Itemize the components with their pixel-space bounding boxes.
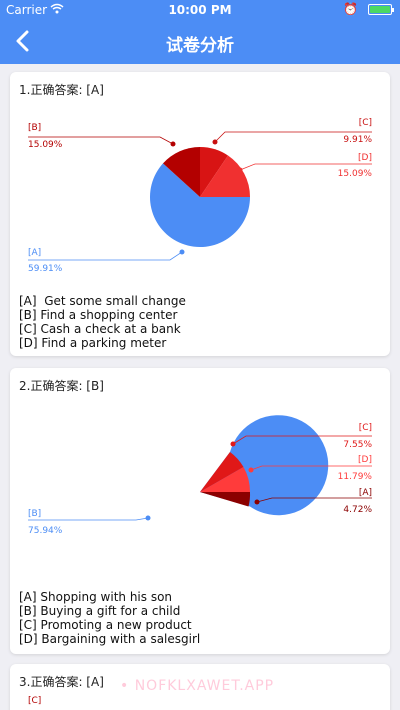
option-a: [A] Shopping with his son	[19, 590, 173, 604]
leader-dot-c	[230, 441, 236, 447]
slice-label-d: [D]	[358, 455, 372, 465]
slice-label-a: [A]	[28, 248, 41, 258]
leader-dot-d	[237, 167, 243, 173]
nav-bar: 试卷分析	[0, 20, 400, 64]
option-c: [C] Promoting a new product	[19, 618, 192, 632]
answer-options: [A] Get some small change [B] Find a sho…	[19, 294, 186, 350]
answer-options: [A] Shopping with his son [B] Buying a g…	[19, 590, 200, 646]
battery-icon	[368, 4, 394, 15]
leader-line-a	[28, 251, 183, 261]
slice-label-b: [B]	[28, 509, 41, 519]
leader-dot-a	[179, 249, 185, 255]
slice-label-c: [C]	[28, 696, 42, 706]
option-b: [B] Buying a gift for a child	[19, 604, 181, 618]
slice-value-a: 4.72%	[343, 505, 372, 515]
slice-value-d: 11.79%	[338, 472, 373, 482]
status-bar: Carrier 10:00 PM ⏰	[0, 0, 400, 20]
clock: 10:00 PM	[168, 3, 232, 17]
option-d: [D] Find a parking meter	[19, 336, 167, 350]
answer-pie-chart: [B] 15.09% [C] 9.91% [D] 15.09% [A] 59.9…	[28, 118, 373, 274]
slice-label-c: [C]	[359, 423, 372, 433]
slice-label-d: [D]	[358, 153, 372, 163]
option-c: [C] Cash a check at a bank	[19, 322, 181, 336]
leader-dot-a	[254, 499, 260, 505]
leader-line-b	[28, 517, 149, 521]
question-heading: 3.正确答案: [A]	[19, 675, 104, 689]
question-card-1: 1.正确答案: [A] [B] 15.09% [C] 9.91% [D] 15.…	[10, 72, 390, 356]
slice-value-a: 59.91%	[28, 264, 63, 274]
leader-dot-b	[170, 141, 176, 147]
alarm-icon: ⏰	[343, 2, 358, 16]
slice-value-b: 15.09%	[28, 140, 63, 150]
option-b: [B] Find a shopping center	[19, 308, 178, 322]
pie-slice-a	[200, 492, 251, 507]
leader-dot-c	[212, 139, 218, 145]
answer-pie-chart: [C] 7.55% [D] 11.79% [A] 4.72% [B] 75.94…	[28, 415, 373, 536]
leader-dot-b	[145, 515, 151, 521]
page-title: 试卷分析	[166, 36, 234, 56]
slice-label-c: [C]	[359, 118, 372, 128]
slice-value-c: 7.55%	[343, 440, 372, 450]
leader-dot-d	[248, 467, 254, 473]
slice-label-a: [A]	[359, 488, 372, 498]
slice-label-b: [B]	[28, 123, 41, 133]
slice-value-c: 9.91%	[343, 135, 372, 145]
watermark: • NOFKLXAWET.APP	[120, 678, 275, 694]
slice-value-b: 75.94%	[28, 526, 63, 536]
option-a: [A] Get some small change	[19, 294, 186, 308]
option-d: [D] Bargaining with a salesgirl	[19, 632, 201, 646]
question-card-2: 2.正确答案: [B] [C] 7.55% [D] 11.79% [A] 4.7…	[10, 368, 390, 654]
slice-value-d: 15.09%	[338, 169, 373, 179]
